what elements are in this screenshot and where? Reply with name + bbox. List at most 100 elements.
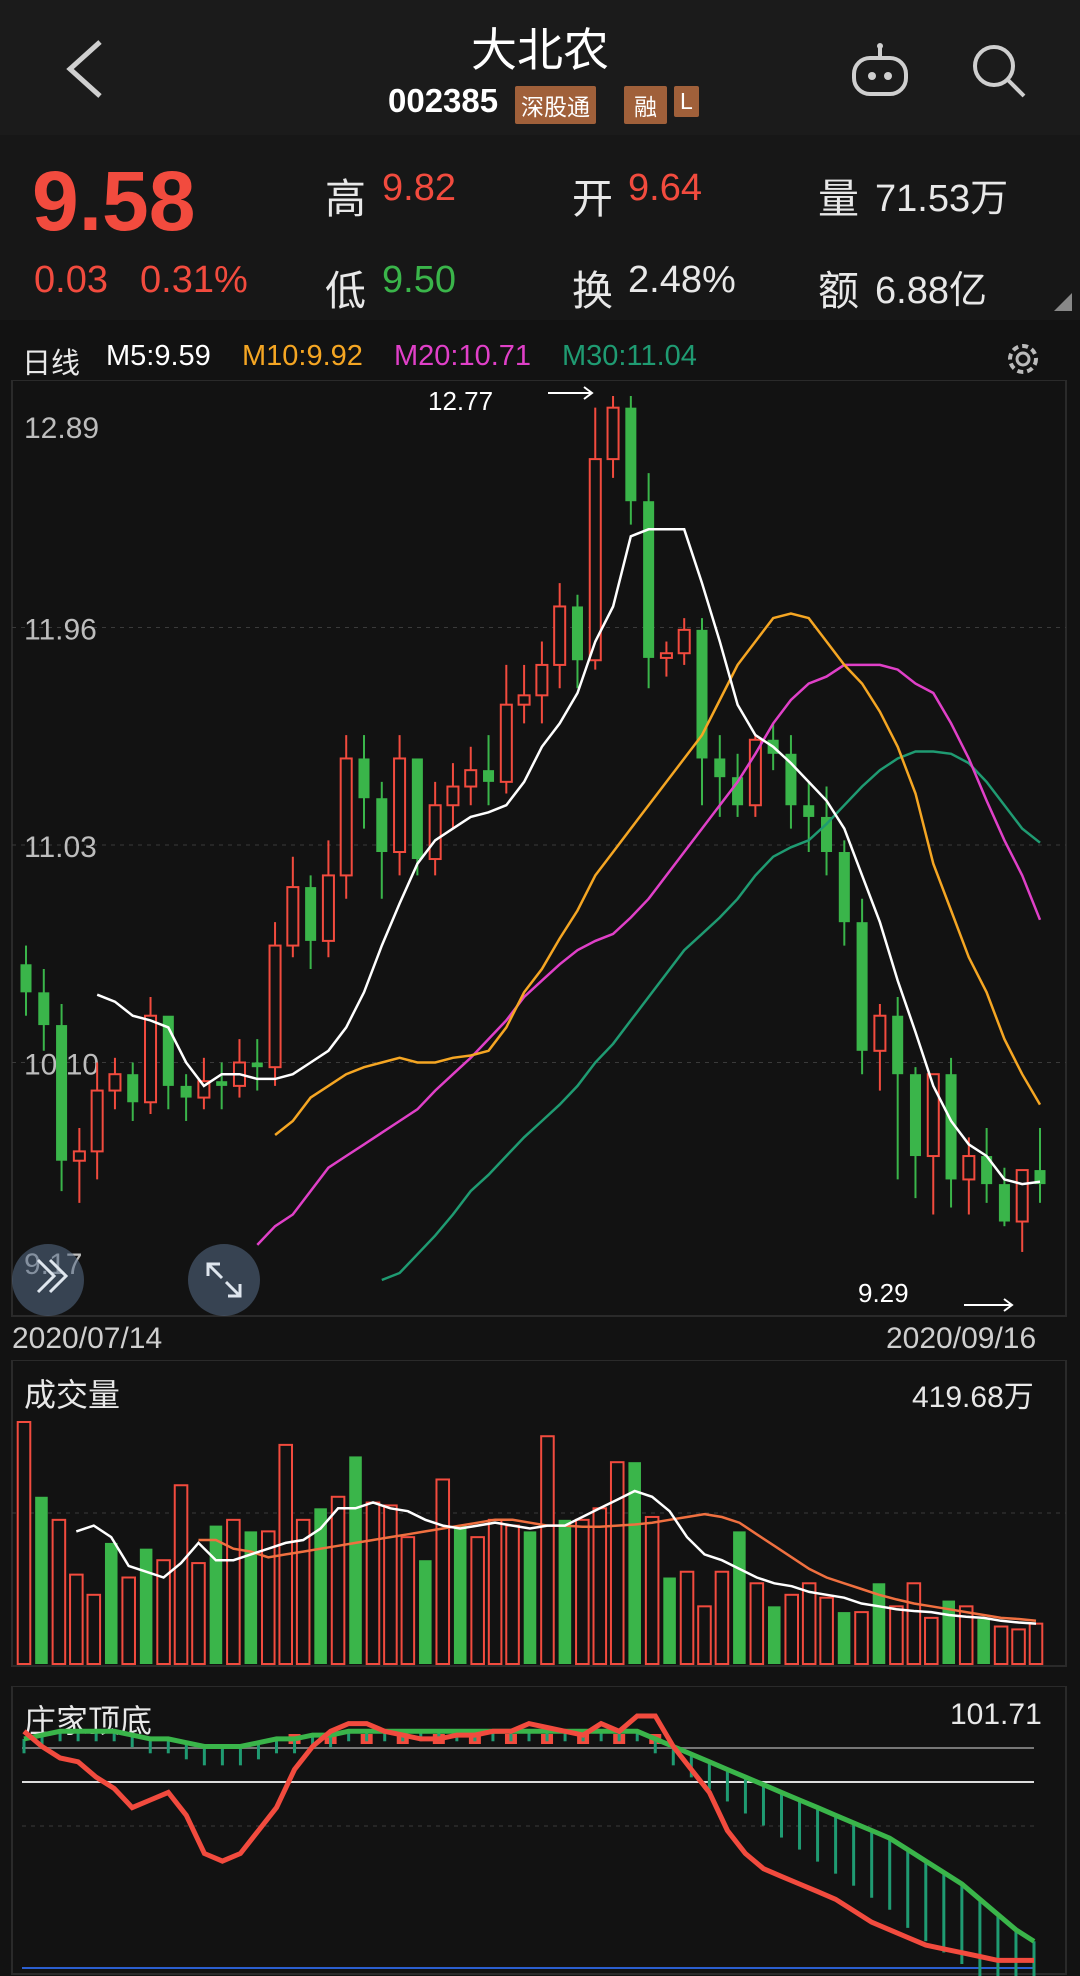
- expand-corner-icon[interactable]: [1054, 293, 1072, 311]
- candle: [305, 875, 317, 969]
- candle-body: [446, 785, 460, 807]
- candle: [856, 898, 868, 1075]
- candle-body: [464, 769, 478, 788]
- high-mark-label: 12.77: [428, 386, 493, 416]
- volume-bar: [906, 1582, 922, 1665]
- search-icon[interactable]: [970, 42, 1028, 100]
- start-date: 2020/07/14: [12, 1322, 163, 1355]
- volume-chart[interactable]: [0, 1360, 1080, 1670]
- candle-body: [286, 886, 300, 947]
- volume-bar: [453, 1525, 467, 1664]
- candle-body: [339, 757, 353, 877]
- volume-bar: [487, 1518, 503, 1665]
- candle-body: [499, 703, 513, 783]
- indicator-green-line: [23, 1728, 1036, 1944]
- candle: [72, 1127, 86, 1203]
- robot-icon[interactable]: [848, 42, 912, 100]
- volume-bar: [714, 1570, 730, 1665]
- low-marker: 9.29: [858, 1278, 1014, 1312]
- candle-body: [659, 652, 673, 659]
- price-change-pct: 0.31%: [140, 259, 248, 301]
- volume-bar: [697, 1605, 712, 1666]
- candle-body: [553, 605, 567, 666]
- candle-body: [216, 1081, 228, 1086]
- price-tick-label: 11.96: [24, 614, 97, 647]
- candle-body: [144, 1014, 158, 1104]
- turnover-value: 2.48%: [628, 259, 736, 301]
- volume-bar: [784, 1593, 800, 1666]
- volume-bar: [644, 1515, 660, 1665]
- candle-body: [428, 804, 442, 861]
- volume-bar: [801, 1582, 817, 1665]
- open-label: 开: [572, 176, 613, 222]
- candle-body: [873, 1014, 887, 1052]
- settings-icon[interactable]: [1002, 338, 1044, 380]
- ma10-legend: M10:9.92: [242, 340, 363, 372]
- volume-bar: [575, 1518, 590, 1665]
- candle: [499, 664, 513, 794]
- candle-body: [180, 1085, 192, 1098]
- volume-bar: [1028, 1622, 1044, 1666]
- volume-bar: [819, 1596, 834, 1666]
- candle-body: [588, 458, 602, 662]
- volume-bar: [679, 1570, 695, 1665]
- volume-bar: [35, 1496, 48, 1664]
- candle: [20, 945, 32, 1016]
- candle: [446, 763, 460, 829]
- candle-body: [268, 944, 282, 1069]
- high-value: 9.82: [382, 167, 456, 209]
- candle: [127, 1062, 139, 1121]
- candle: [144, 997, 158, 1114]
- low-mark-label: 9.29: [858, 1278, 909, 1308]
- ma30-line: [381, 750, 1041, 1282]
- volume-bar: [51, 1518, 67, 1665]
- candle-body: [38, 992, 50, 1026]
- indicator-chart[interactable]: [0, 1686, 1080, 1976]
- candle: [483, 735, 495, 806]
- ma20-legend: M20:10.71: [394, 340, 532, 372]
- candle-body: [20, 964, 32, 993]
- candle: [376, 781, 388, 899]
- quote-panel: 9.58 0.03 0.31% 高 9.82 低 9.50 开 9.64 换 2…: [0, 135, 1080, 320]
- candle: [393, 735, 407, 876]
- candle: [785, 735, 797, 829]
- ma5-legend: M5:9.59: [106, 340, 211, 372]
- candle: [216, 1062, 228, 1110]
- candle-body: [998, 1184, 1010, 1222]
- last-price: 9.58: [32, 154, 196, 248]
- candle: [56, 1004, 68, 1192]
- candle: [571, 594, 583, 689]
- low-label: 低: [325, 268, 366, 314]
- fullscreen-button[interactable]: [188, 1244, 260, 1316]
- top-bar: 大北农 002385 深股通 融 L: [0, 0, 1080, 135]
- candle: [696, 618, 708, 806]
- candle-body: [625, 407, 637, 502]
- candle-body: [393, 757, 407, 854]
- level-badge: L: [674, 86, 699, 117]
- candle-body: [376, 798, 388, 853]
- stock-name: 大北农: [471, 24, 609, 76]
- volume-bar: [854, 1611, 869, 1665]
- candle: [339, 735, 353, 899]
- stock-code: 002385: [388, 82, 499, 119]
- candle-body: [606, 406, 620, 461]
- candle: [38, 968, 50, 1051]
- candle-body: [72, 1150, 86, 1162]
- candle: [625, 395, 637, 525]
- candle: [180, 1074, 192, 1121]
- candle: [945, 1057, 957, 1208]
- period-label[interactable]: 日线: [22, 340, 80, 382]
- candle-body: [517, 694, 531, 706]
- volume-bar: [837, 1612, 851, 1664]
- open-value: 9.64: [628, 167, 702, 209]
- candle: [606, 395, 620, 478]
- candle: [1034, 1127, 1046, 1203]
- volume-bar: [470, 1536, 485, 1665]
- volume-bar: [365, 1501, 381, 1665]
- amount-value: 6.88亿: [875, 270, 987, 312]
- volume-bar: [958, 1605, 974, 1666]
- candle-body: [56, 1025, 68, 1161]
- volume-bar: [86, 1593, 102, 1666]
- candle-body: [127, 1074, 139, 1103]
- candlestick-chart[interactable]: 12.8911.9611.0310.109.17 12.77 9.29: [0, 380, 1080, 1320]
